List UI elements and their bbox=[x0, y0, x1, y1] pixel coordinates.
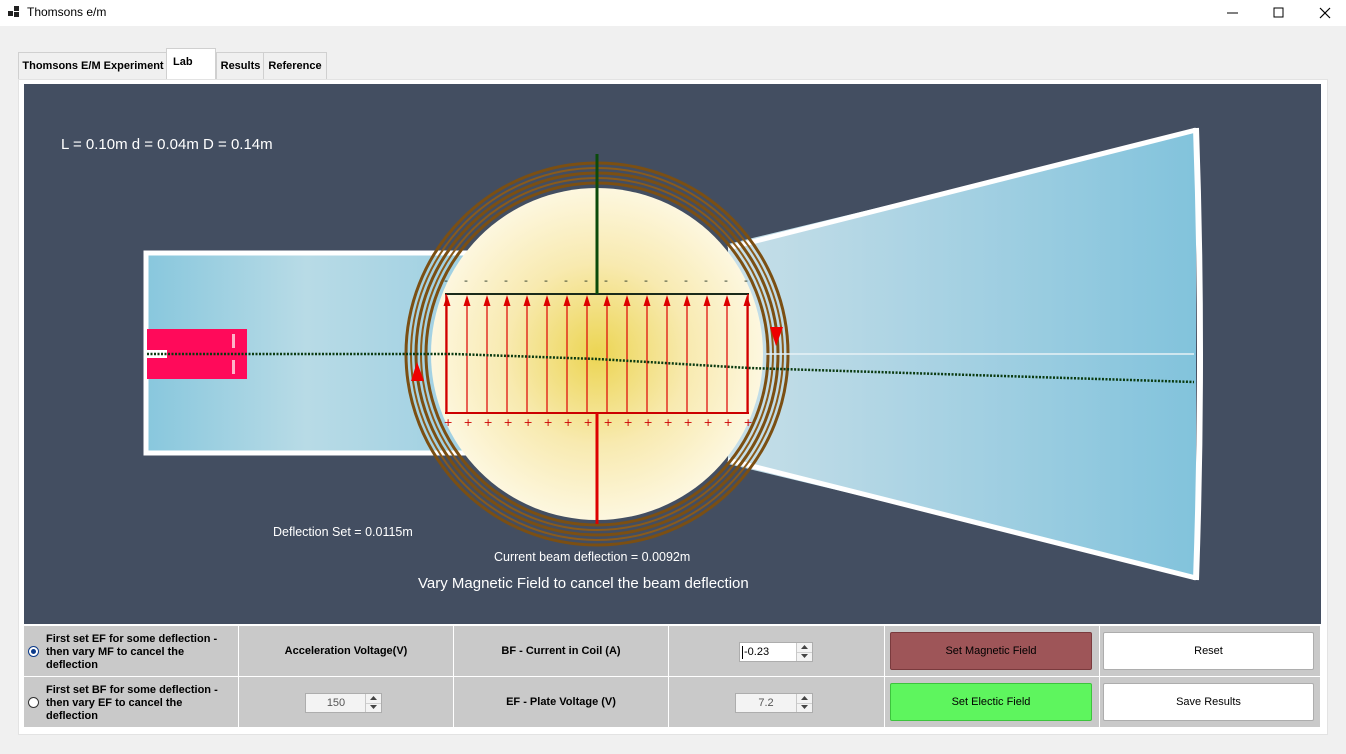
positive-charge-marker: + bbox=[444, 416, 453, 429]
window-title: Thomsons e/m bbox=[27, 5, 107, 19]
positive-charge-marker: + bbox=[524, 416, 533, 429]
negative-charge-marker: - bbox=[504, 274, 508, 287]
app-icon bbox=[8, 6, 21, 19]
set-electric-cell: Set Electic Field bbox=[885, 677, 1100, 728]
gun-slit-bottom bbox=[232, 360, 235, 374]
positive-charge-marker: + bbox=[504, 416, 513, 429]
close-icon bbox=[1319, 7, 1331, 19]
apparatus-parameters: L = 0.10m d = 0.04m D = 0.14m bbox=[61, 136, 273, 153]
chevron-up-icon bbox=[370, 696, 377, 700]
positive-charge-marker: + bbox=[704, 416, 713, 429]
minimize-button[interactable] bbox=[1210, 0, 1256, 26]
close-button[interactable] bbox=[1302, 0, 1346, 26]
negative-charge-marker: - bbox=[684, 274, 688, 287]
acceleration-voltage-stepper[interactable]: 150 bbox=[305, 693, 382, 713]
negative-charge-marker: - bbox=[544, 274, 548, 287]
mode-option-bf-first-label: First set BF for some deflection - then … bbox=[46, 684, 218, 722]
set-magnetic-cell: Set Magnetic Field bbox=[885, 626, 1100, 677]
negative-charge-marker: - bbox=[604, 274, 608, 287]
negative-charge-marker: - bbox=[564, 274, 568, 287]
positive-charge-marker: + bbox=[724, 416, 733, 429]
positive-charge-marker: + bbox=[664, 416, 673, 429]
set-electric-field-button[interactable]: Set Electic Field bbox=[890, 683, 1092, 721]
gun-slit-top bbox=[232, 334, 235, 348]
acceleration-voltage-label: Acceleration Voltage(V) bbox=[239, 626, 454, 677]
positive-charge-marker: + bbox=[564, 416, 573, 429]
negative-charge-marker: - bbox=[724, 274, 728, 287]
positive-charge-marker: + bbox=[584, 416, 593, 429]
tab-results[interactable]: Results bbox=[216, 52, 265, 79]
minimize-icon bbox=[1227, 12, 1238, 14]
mode-option-ef-first-label: First set EF for some deflection - then … bbox=[46, 633, 218, 671]
maximize-icon bbox=[1273, 7, 1284, 18]
chevron-down-icon bbox=[801, 705, 808, 709]
control-panel: First set EF for some deflection - then … bbox=[24, 626, 1321, 728]
set-magnetic-field-button[interactable]: Set Magnetic Field bbox=[890, 632, 1092, 670]
negative-charge-marker: - bbox=[704, 274, 708, 287]
reset-button[interactable]: Reset bbox=[1103, 632, 1314, 670]
radio-bf-first[interactable] bbox=[28, 697, 39, 708]
negative-charge-marker: - bbox=[664, 274, 668, 287]
acceleration-voltage-cell: 150 bbox=[239, 677, 454, 728]
instruction-text: Vary Magnetic Field to cancel the beam d… bbox=[418, 575, 749, 592]
negative-charge-marker: - bbox=[744, 274, 748, 287]
bf-current-value: -0.23 bbox=[744, 646, 770, 658]
negative-charge-marker: - bbox=[584, 274, 588, 287]
apparatus-drawing: - + - + - + - + - + - + - + - + - + - + - + - + - + - + - + - + bbox=[143, 127, 1203, 581]
positive-charge-marker: + bbox=[464, 416, 473, 429]
chevron-down-icon bbox=[801, 654, 808, 658]
bf-current-label: BF - Current in Coil (A) bbox=[454, 626, 669, 677]
negative-charge-marker: - bbox=[484, 274, 488, 287]
text-caret bbox=[742, 646, 743, 659]
negative-charge-marker: - bbox=[524, 274, 528, 287]
positive-charge-marker: + bbox=[744, 416, 753, 429]
mode-option-bf-first[interactable]: First set BF for some deflection - then … bbox=[24, 677, 239, 728]
chevron-up-icon bbox=[801, 645, 808, 649]
tab-thomsons-experiment[interactable]: Thomsons E/M Experiment bbox=[18, 52, 168, 79]
gun-nozzle bbox=[147, 350, 167, 358]
mode-option-ef-first[interactable]: First set EF for some deflection - then … bbox=[24, 626, 239, 677]
negative-charge-marker: - bbox=[624, 274, 628, 287]
bf-current-stepper[interactable]: -0.23 bbox=[739, 642, 813, 662]
chevron-down-icon bbox=[370, 705, 377, 709]
positive-charge-marker: + bbox=[544, 416, 553, 429]
ef-voltage-cell: 7.2 bbox=[669, 677, 885, 728]
positive-charge-marker: + bbox=[644, 416, 653, 429]
negative-charge-marker: - bbox=[464, 274, 468, 287]
ef-voltage-stepper[interactable]: 7.2 bbox=[735, 693, 813, 713]
simulation-canvas: - + - + - + - + - + - + - + - + - + - + - + - + - + - + - + - + L = 0.1… bbox=[24, 84, 1321, 624]
tab-reference[interactable]: Reference bbox=[263, 52, 327, 79]
save-results-button[interactable]: Save Results bbox=[1103, 683, 1314, 721]
tab-lab[interactable]: Lab bbox=[166, 48, 216, 79]
negative-charge-marker: - bbox=[444, 274, 448, 287]
acceleration-voltage-down-button[interactable] bbox=[366, 703, 381, 712]
ef-voltage-value: 7.2 bbox=[758, 697, 774, 709]
bf-current-down-button[interactable] bbox=[797, 652, 812, 661]
radio-ef-first[interactable] bbox=[28, 646, 39, 657]
deflection-set-label: Deflection Set = 0.0115m bbox=[273, 525, 413, 539]
current-deflection-label: Current beam deflection = 0.0092m bbox=[494, 550, 691, 564]
title-bar: Thomsons e/m bbox=[0, 0, 1346, 26]
ef-voltage-down-button[interactable] bbox=[797, 703, 812, 712]
ef-voltage-label: EF - Plate Voltage (V) bbox=[454, 677, 669, 728]
chevron-up-icon bbox=[801, 696, 808, 700]
negative-charge-marker: - bbox=[644, 274, 648, 287]
maximize-button[interactable] bbox=[1256, 0, 1302, 26]
reset-cell: Reset bbox=[1100, 626, 1321, 677]
positive-charge-marker: + bbox=[604, 416, 613, 429]
positive-charge-marker: + bbox=[684, 416, 693, 429]
bf-current-cell: -0.23 bbox=[669, 626, 885, 677]
positive-charge-marker: + bbox=[484, 416, 493, 429]
screen bbox=[1193, 127, 1203, 581]
positive-charge-marker: + bbox=[624, 416, 633, 429]
acceleration-voltage-value: 150 bbox=[326, 697, 346, 709]
save-cell: Save Results bbox=[1100, 677, 1321, 728]
